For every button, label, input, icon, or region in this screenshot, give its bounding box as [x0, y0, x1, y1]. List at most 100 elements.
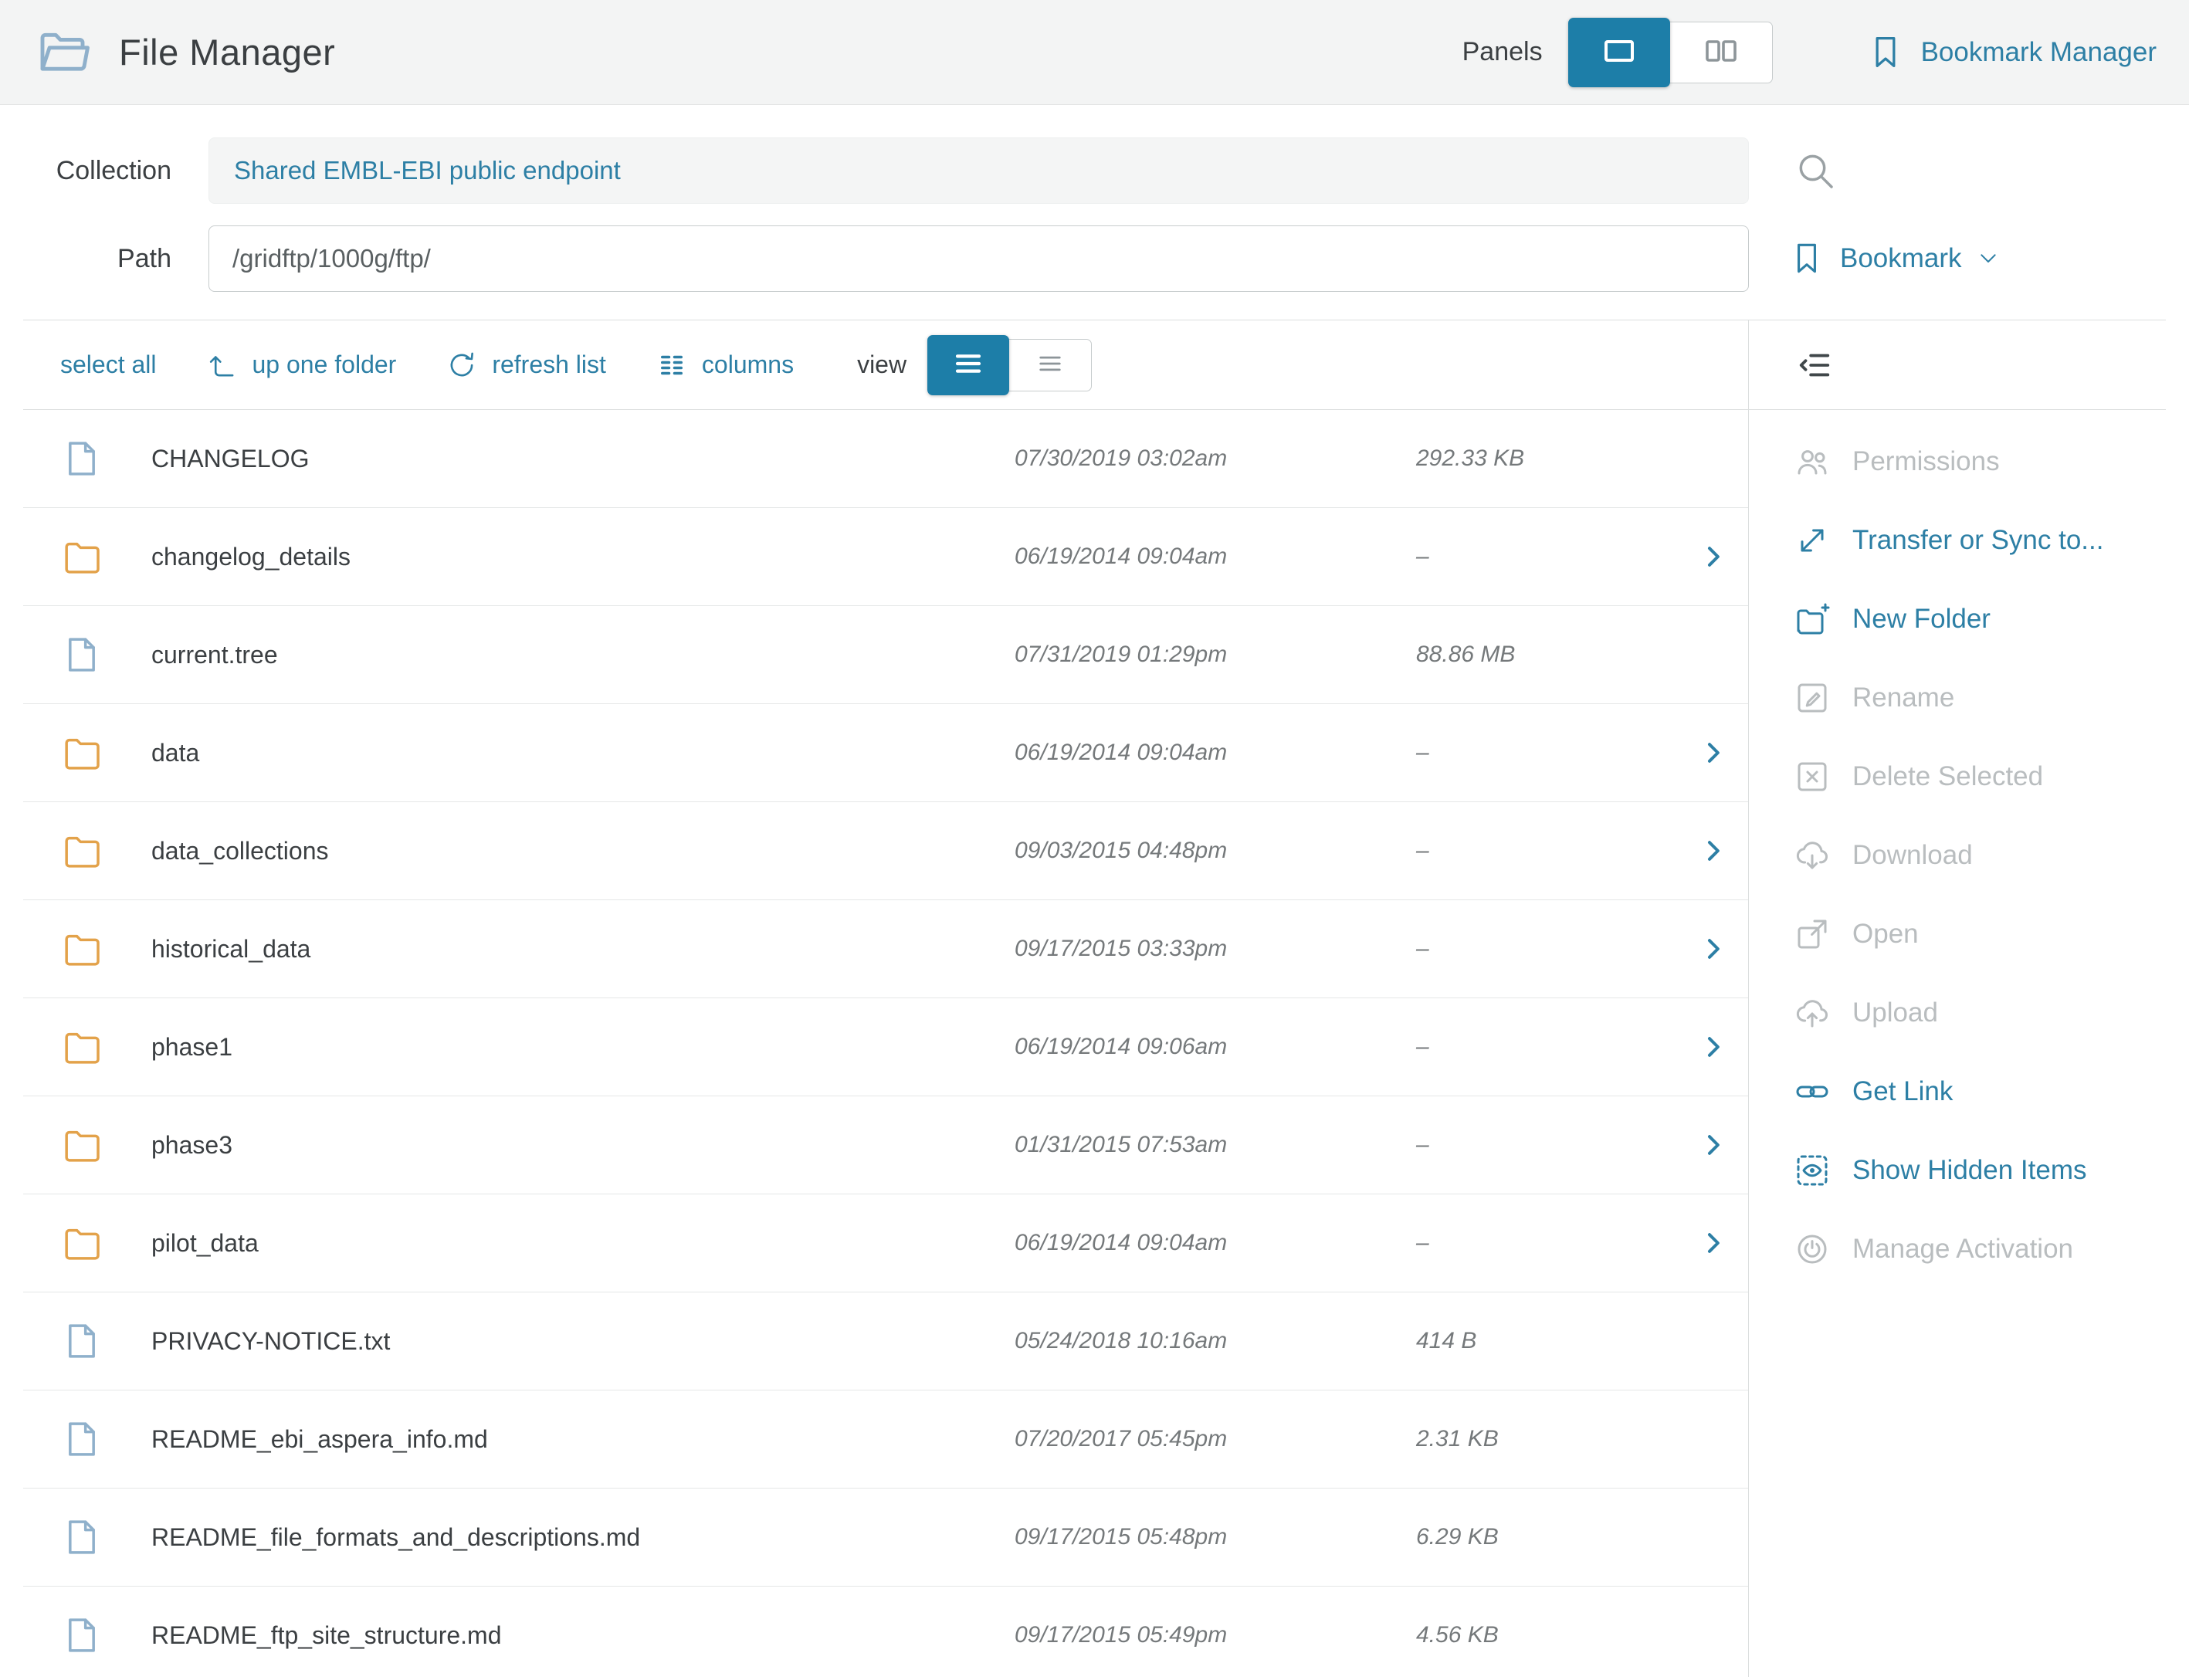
file-date: 01/31/2015 07:53am [1015, 1132, 1416, 1158]
file-icon [60, 1614, 107, 1657]
actions-sidebar: Permissions Transfer or Sync to... New F… [1749, 320, 2166, 1677]
file-browser-panel: select all up one folder refresh list co… [23, 320, 1749, 1677]
action-label: Get Link [1852, 1076, 1953, 1107]
collection-value: Shared EMBL-EBI public endpoint [234, 156, 621, 185]
refresh-list-label: refresh list [492, 351, 606, 379]
file-date: 07/20/2017 05:45pm [1015, 1426, 1416, 1452]
table-row[interactable]: phase1 06/19/2014 09:06am – [23, 998, 1748, 1096]
columns-button[interactable]: columns [656, 349, 794, 381]
bookmark-button[interactable]: Bookmark [1787, 239, 2001, 278]
file-size: 414 B [1416, 1328, 1679, 1354]
action-label: Transfer or Sync to... [1852, 525, 2103, 556]
chevron-right-icon[interactable] [1679, 1228, 1748, 1258]
list-view-button[interactable] [927, 335, 1009, 395]
upload-icon [1794, 994, 1831, 1031]
brand: File Manager [32, 22, 1462, 83]
panels-label: Panels [1462, 37, 1543, 67]
file-date: 09/17/2015 03:33pm [1015, 936, 1416, 962]
table-row[interactable]: phase3 01/31/2015 07:53am – [23, 1096, 1748, 1194]
single-panel-button[interactable] [1568, 18, 1670, 87]
table-row[interactable]: data 06/19/2014 09:04am – [23, 704, 1748, 802]
file-size: – [1416, 838, 1679, 864]
action-menu-item[interactable]: Transfer or Sync to... [1749, 501, 2166, 580]
action-menu-item[interactable]: Get Link [1749, 1052, 2166, 1131]
table-row[interactable]: historical_data 09/17/2015 03:33pm – [23, 900, 1748, 998]
transfer-icon [1794, 522, 1831, 559]
file-icon [60, 1319, 107, 1363]
file-icon [60, 1418, 107, 1461]
path-label: Path [0, 244, 171, 274]
action-label: Rename [1852, 682, 1954, 713]
file-icon [60, 633, 107, 676]
table-row[interactable]: pilot_data 06/19/2014 09:04am – [23, 1194, 1748, 1292]
file-size: 292.33 KB [1416, 445, 1679, 472]
view-label: view [857, 351, 906, 379]
panels-toggle-group [1569, 22, 1773, 83]
action-label: Manage Activation [1852, 1234, 2073, 1265]
chevron-right-icon[interactable] [1679, 1130, 1748, 1160]
search-icon[interactable] [1794, 149, 1837, 192]
open-icon [1794, 916, 1831, 953]
chevron-right-icon[interactable] [1679, 835, 1748, 866]
chevron-right-icon[interactable] [1679, 1031, 1748, 1062]
chevron-down-icon [1976, 246, 2001, 271]
table-row[interactable]: PRIVACY-NOTICE.txt 05/24/2018 10:16am 41… [23, 1292, 1748, 1390]
file-size: – [1416, 544, 1679, 570]
columns-icon [656, 349, 688, 381]
action-label: Open [1852, 919, 1919, 950]
action-menu-item[interactable]: Rename [1749, 659, 2166, 737]
bookmark-manager-link[interactable]: Bookmark Manager [1865, 32, 2157, 73]
folder-icon [60, 535, 107, 578]
select-all-button[interactable]: select all [60, 351, 157, 379]
chevron-right-icon[interactable] [1679, 541, 1748, 572]
action-menu-item[interactable]: Permissions [1749, 422, 2166, 501]
collection-label: Collection [0, 156, 171, 186]
action-menu-item[interactable]: Open [1749, 895, 2166, 974]
up-one-folder-button[interactable]: up one folder [206, 349, 397, 381]
file-size: 6.29 KB [1416, 1524, 1679, 1550]
file-name: changelog_details [151, 543, 1015, 571]
bookmark-icon [1865, 32, 1906, 73]
select-all-label: select all [60, 351, 157, 379]
action-menu-item[interactable]: Download [1749, 816, 2166, 895]
table-row[interactable]: current.tree 07/31/2019 01:29pm 88.86 MB [23, 606, 1748, 704]
action-menu-item[interactable]: Delete Selected [1749, 737, 2166, 816]
action-label: Upload [1852, 998, 1938, 1028]
file-date: 06/19/2014 09:04am [1015, 544, 1416, 570]
action-label: Permissions [1852, 446, 2000, 477]
file-icon [60, 437, 107, 480]
folder-icon [60, 829, 107, 872]
file-date: 06/19/2014 09:04am [1015, 1230, 1416, 1256]
file-list: CHANGELOG 07/30/2019 03:02am 292.33 KB c… [23, 410, 1748, 1680]
top-bar: File Manager Panels Bookmark Manager [0, 0, 2189, 105]
page-title: File Manager [119, 31, 335, 73]
collapse-sidebar-icon[interactable] [1797, 347, 1832, 383]
chevron-right-icon[interactable] [1679, 933, 1748, 964]
file-name: phase3 [151, 1131, 1015, 1160]
table-row[interactable]: changelog_details 06/19/2014 09:04am – [23, 508, 1748, 606]
file-date: 07/31/2019 01:29pm [1015, 642, 1416, 668]
table-row[interactable]: README_file_formats_and_descriptions.md … [23, 1489, 1748, 1587]
table-row[interactable]: CHANGELOG 07/30/2019 03:02am 292.33 KB [23, 410, 1748, 508]
file-date: 09/17/2015 05:48pm [1015, 1524, 1416, 1550]
table-row[interactable]: data_collections 09/03/2015 04:48pm – [23, 802, 1748, 900]
dual-panel-button[interactable] [1670, 22, 1772, 83]
action-menu-item[interactable]: Upload [1749, 974, 2166, 1052]
delete-icon [1794, 758, 1831, 795]
file-size: – [1416, 740, 1679, 766]
action-menu-item[interactable]: Manage Activation [1749, 1210, 2166, 1289]
bookmark-button-label: Bookmark [1840, 243, 1962, 274]
browser-toolbar: select all up one folder refresh list co… [23, 320, 1748, 410]
refresh-list-button[interactable]: refresh list [446, 349, 606, 381]
path-row: Path Bookmark [0, 225, 2189, 292]
table-row[interactable]: README_ftp_site_structure.md 09/17/2015 … [23, 1587, 1748, 1680]
compact-view-button[interactable] [1009, 340, 1091, 391]
collection-input[interactable]: Shared EMBL-EBI public endpoint [208, 137, 1749, 204]
file-name: README_ftp_site_structure.md [151, 1621, 1015, 1650]
chevron-right-icon[interactable] [1679, 737, 1748, 768]
up-one-folder-icon [206, 349, 239, 381]
action-menu-item[interactable]: New Folder [1749, 580, 2166, 659]
table-row[interactable]: README_ebi_aspera_info.md 07/20/2017 05:… [23, 1390, 1748, 1489]
path-input[interactable] [208, 225, 1749, 292]
action-menu-item[interactable]: Show Hidden Items [1749, 1131, 2166, 1210]
